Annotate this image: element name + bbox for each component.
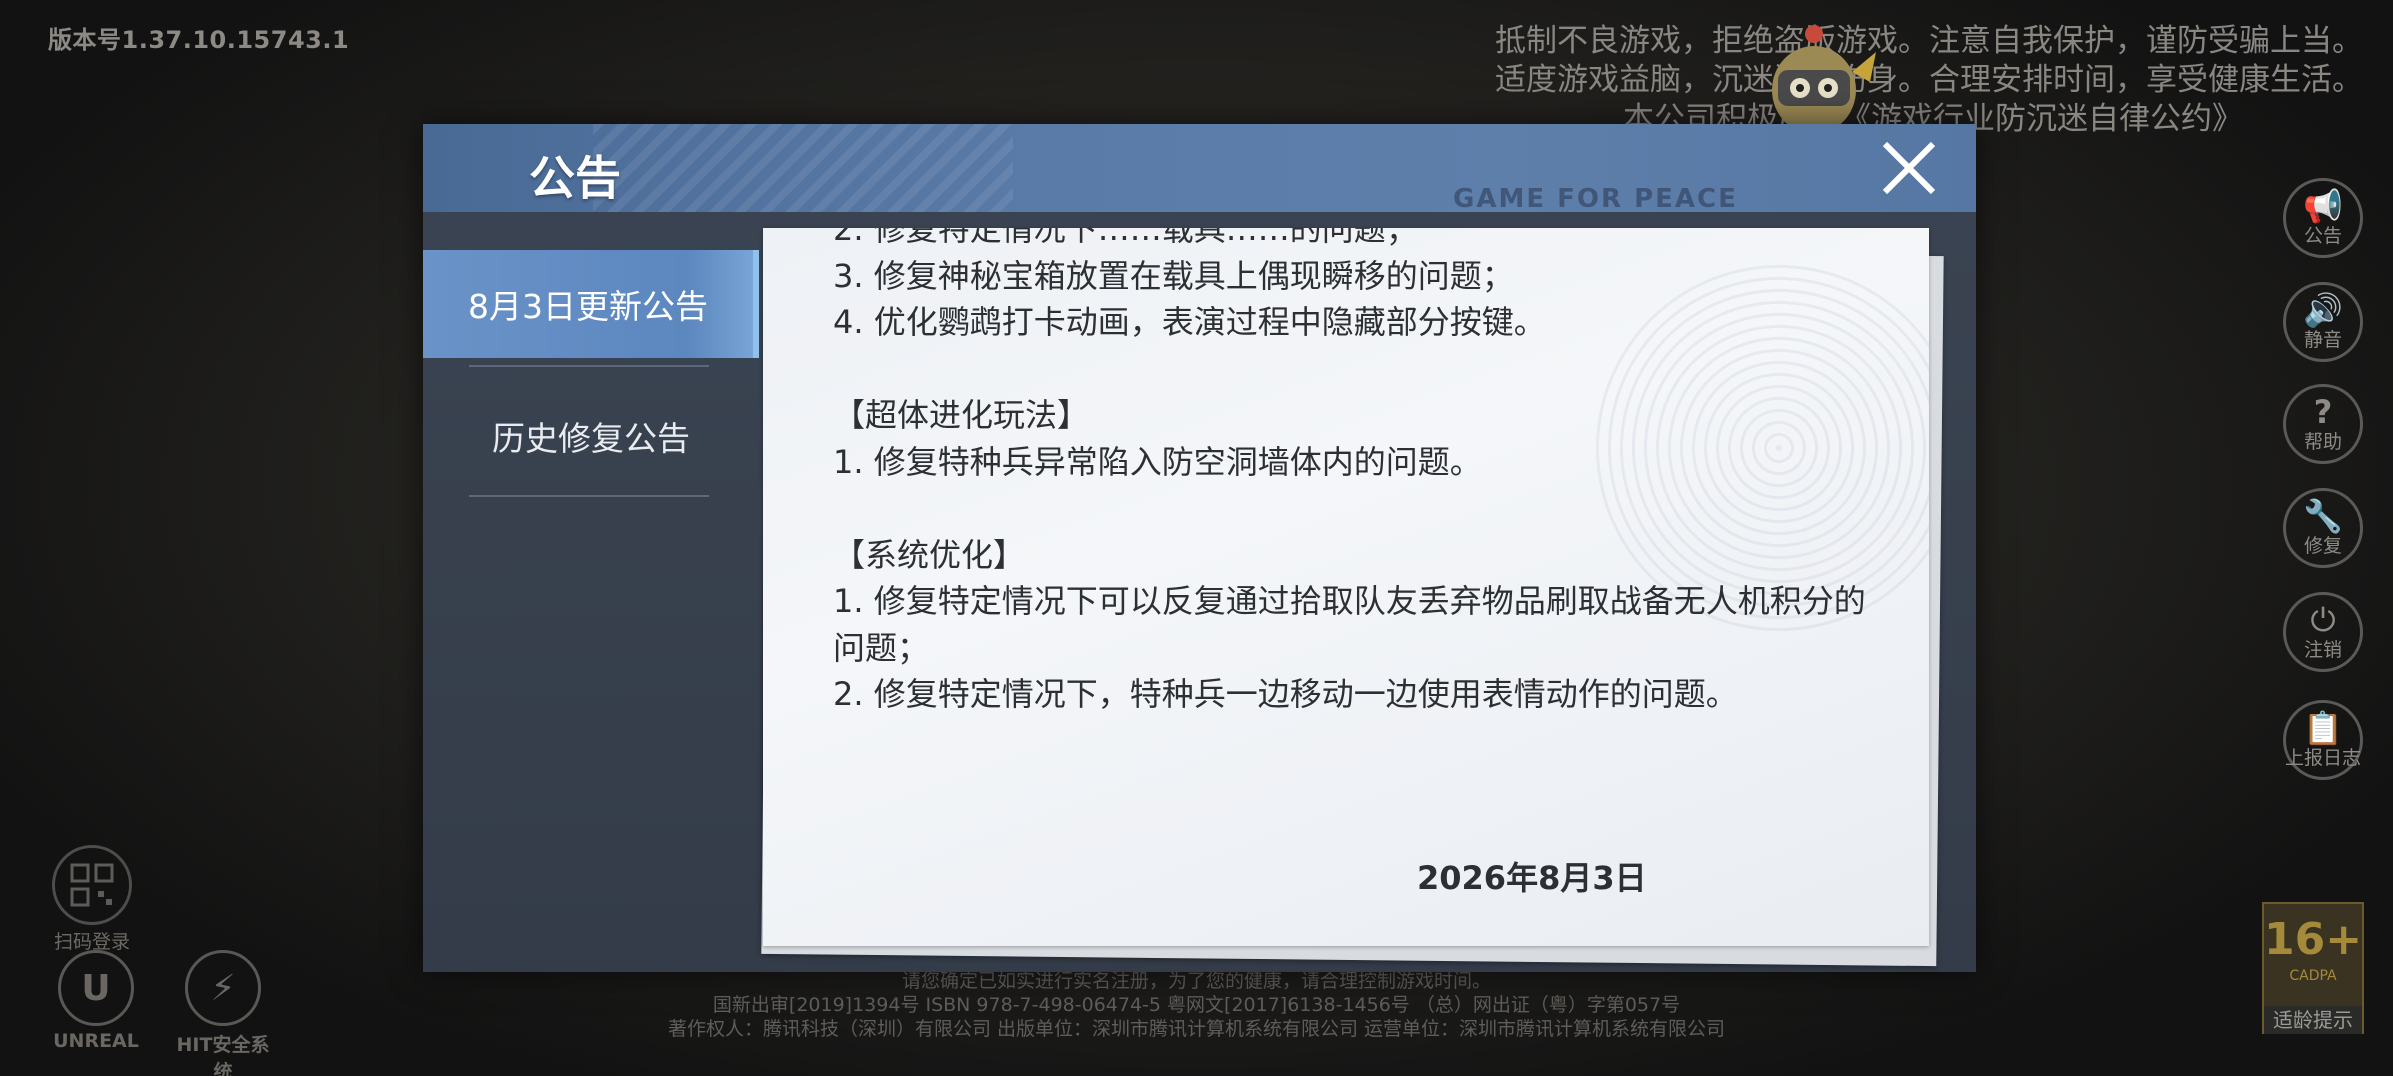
mute-label: 静音	[2303, 329, 2342, 351]
mascot-icon	[1772, 25, 1876, 134]
tab-update-announcement[interactable]: 8月3日更新公告	[423, 250, 759, 358]
repair-button[interactable]: 🔧 修复	[2283, 488, 2363, 568]
content-line: 2. 修复特定情况下……载具……的问题；	[833, 228, 1418, 248]
scan-login-button[interactable]: 扫码登录	[52, 845, 132, 954]
content-line: 3. 修复神秘宝箱放置在载具上偶现瞬移的问题；	[833, 256, 1514, 295]
section-title: 【超体进化玩法】	[833, 396, 1090, 434]
help-label: 帮助	[2303, 431, 2342, 453]
announcement-button[interactable]: 📢 公告	[2283, 178, 2363, 258]
footer-line: 著作权人：腾讯科技（深圳）有限公司 出版单位：深圳市腾讯计算机系统有限公司 运营…	[667, 1018, 1726, 1040]
report-log-label: 上报日志	[2285, 747, 2362, 769]
announcement-dialog: GAME FOR PEACE 公告 8月3日更新公告 历史修复公告 2. 修复特…	[423, 124, 1976, 972]
tab-divider	[469, 495, 709, 497]
question-icon: ?	[2313, 393, 2333, 431]
logout-label: 注销	[2303, 639, 2342, 661]
age-rating-value: 16+	[2264, 914, 2363, 965]
game-login-screen: 版本号1.37.10.15743.1 抵制不良游戏，拒绝盗版游戏。注意自我保护，…	[0, 0, 2393, 1076]
wrench-icon: 🔧	[2303, 497, 2343, 535]
megaphone-icon: 📢	[2303, 187, 2343, 225]
repair-label: 修复	[2303, 535, 2342, 557]
content-line: 1. 修复特定情况下可以反复通过拾取队友丢弃物品刷取战备无人机积分的问题；	[833, 582, 1866, 667]
help-button[interactable]: ? 帮助	[2283, 384, 2363, 464]
report-log-button[interactable]: 📋 上报日志	[2283, 700, 2363, 780]
version-label: 版本号1.37.10.15743.1	[48, 26, 350, 54]
header-decoration	[593, 124, 1013, 212]
speaker-icon: 🔊	[2303, 291, 2343, 329]
content-line: 1. 修复特种兵异常陷入防空洞墙体内的问题。	[833, 442, 1482, 481]
tab-divider	[469, 365, 709, 367]
close-icon[interactable]	[1879, 138, 1939, 198]
dialog-title: 公告	[529, 151, 621, 205]
mute-button[interactable]: 🔊 静音	[2283, 282, 2363, 362]
header-watermark: GAME FOR PEACE	[1453, 184, 1738, 212]
announcement-content[interactable]: 2. 修复特定情况下……载具……的问题； 3. 修复神秘宝箱放置在载具上偶现瞬移…	[833, 228, 1893, 718]
tab-label: 历史修复公告	[492, 419, 690, 458]
dialog-header: GAME FOR PEACE 公告	[423, 124, 1976, 212]
footer-line: 请您确定已如实进行实名注册，为了您的健康，请合理控制游戏时间。	[901, 970, 1491, 992]
announcement-date: 2026年8月3日	[1417, 859, 1647, 897]
section-title: 【系统优化】	[833, 535, 1026, 574]
qr-code-icon	[52, 845, 132, 925]
tab-label: 8月3日更新公告	[468, 287, 708, 326]
clipboard-upload-icon: 📋	[2303, 709, 2343, 747]
tab-history-fixes[interactable]: 历史修复公告	[423, 382, 759, 490]
content-line: 4. 优化鹦鹉打卡动画，表演过程中隐藏部分按键。	[833, 303, 1546, 341]
logout-button[interactable]: ⏻ 注销	[2283, 592, 2363, 672]
power-icon: ⏻	[2310, 601, 2336, 639]
announcement-label: 公告	[2303, 225, 2342, 247]
footer-line: 国新出审[2019]1394号 ISBN 978-7-498-06474-5 粤…	[712, 994, 1681, 1016]
content-line: 2. 修复特定情况下，特种兵一边移动一边使用表情动作的问题。	[833, 675, 1738, 713]
announcement-paper: 2. 修复特定情况下……载具……的问题； 3. 修复神秘宝箱放置在载具上偶现瞬移…	[763, 228, 1929, 946]
